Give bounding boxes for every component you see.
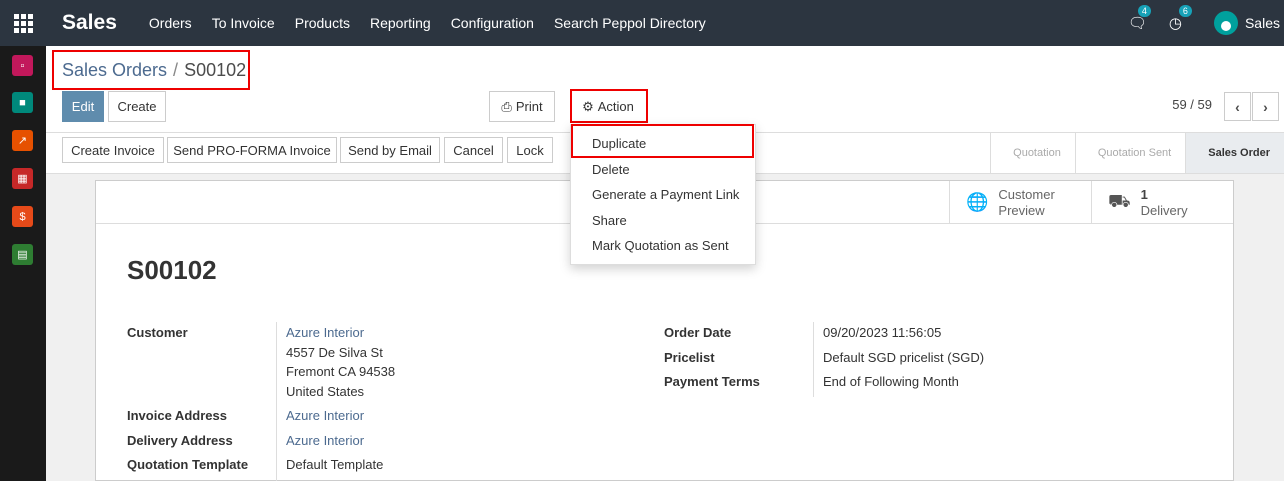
chevron-left-icon: ‹ bbox=[1235, 98, 1240, 115]
customer-preview-button[interactable]: 🌐 Customer Preview bbox=[949, 181, 1091, 224]
user-menu[interactable]: Sales bbox=[1213, 11, 1280, 35]
highlight-breadcrumb bbox=[52, 50, 250, 90]
menu-orders[interactable]: Orders bbox=[149, 15, 192, 31]
payment-terms-label: Payment Terms bbox=[664, 374, 760, 389]
dashboard-icon[interactable]: ↗ bbox=[12, 130, 33, 151]
status-stages: Quotation Quotation Sent Sales Order bbox=[990, 133, 1284, 173]
customer-preview-line2: Preview bbox=[998, 202, 1045, 218]
customer-address-line3: United States bbox=[286, 384, 365, 399]
lock-button[interactable]: Lock bbox=[507, 137, 553, 163]
highlight-duplicate bbox=[571, 124, 754, 158]
pager-previous-button[interactable]: ‹ bbox=[1224, 92, 1251, 121]
activities-button[interactable]: ◷ 6 bbox=[1168, 5, 1192, 32]
delivery-button[interactable]: ⛟ 1 Delivery bbox=[1091, 181, 1233, 224]
pager-next-button[interactable]: › bbox=[1252, 92, 1279, 121]
order-date-field[interactable]: 09/20/2023 11:56:05 bbox=[823, 325, 941, 340]
messages-button[interactable]: 🗨 4 bbox=[1127, 5, 1151, 32]
delivery-address-label: Delivery Address bbox=[127, 433, 233, 448]
delivery-address-field[interactable]: Azure Interior bbox=[286, 433, 364, 448]
top-navbar: Sales Orders To Invoice Products Reporti… bbox=[0, 0, 1284, 46]
menu-products[interactable]: Products bbox=[295, 15, 350, 31]
pricelist-field[interactable]: Default SGD pricelist (SGD) bbox=[823, 350, 984, 365]
invoicing-icon[interactable]: $ bbox=[12, 206, 33, 227]
print-label: Print bbox=[515, 99, 543, 114]
customer-address-line2: Fremont CA 94538 bbox=[286, 364, 396, 379]
customer-address-line1: 4557 De Silva St bbox=[286, 345, 383, 360]
stage-sales-order[interactable]: Sales Order bbox=[1185, 133, 1284, 173]
right-field-divider bbox=[813, 322, 814, 397]
printer-icon: ⎙ bbox=[501, 98, 512, 114]
inventory-icon[interactable]: ▦ bbox=[12, 168, 33, 189]
discuss-icon[interactable]: ▫ bbox=[12, 55, 33, 76]
payment-terms-field[interactable]: End of Following Month bbox=[823, 374, 959, 389]
print-button[interactable]: ⎙ Print bbox=[489, 91, 555, 122]
create-button[interactable]: Create bbox=[108, 91, 166, 122]
quotation-template-field[interactable]: Default Template bbox=[286, 457, 383, 472]
stage-quotation-sent[interactable]: Quotation Sent bbox=[1074, 133, 1185, 173]
invoice-address-label: Invoice Address bbox=[127, 408, 227, 423]
create-invoice-button[interactable]: Create Invoice bbox=[62, 137, 164, 163]
invoice-address-field[interactable]: Azure Interior bbox=[286, 408, 364, 423]
pricelist-label: Pricelist bbox=[664, 350, 715, 365]
menu-item-generate-payment-link[interactable]: Generate a Payment Link bbox=[592, 187, 739, 202]
chat-icon: 🗨 bbox=[1127, 15, 1147, 32]
menu-item-mark-quotation-sent[interactable]: Mark Quotation as Sent bbox=[592, 238, 729, 253]
order-title: S00102 bbox=[127, 255, 217, 285]
truck-icon: ⛟ bbox=[1108, 190, 1131, 211]
apps-menu-button[interactable] bbox=[0, 0, 46, 46]
customer-preview-line1: Customer bbox=[998, 186, 1055, 202]
delivery-label: Delivery bbox=[1140, 202, 1188, 218]
pager-value[interactable]: 59 / 59 bbox=[1172, 97, 1212, 112]
menu-search-peppol[interactable]: Search Peppol Directory bbox=[554, 15, 706, 31]
main-menu: Orders To Invoice Products Reporting Con… bbox=[149, 15, 726, 31]
stage-quotation[interactable]: Quotation bbox=[990, 133, 1075, 173]
menu-configuration[interactable]: Configuration bbox=[451, 15, 534, 31]
quotation-template-label: Quotation Template bbox=[127, 457, 249, 472]
globe-icon: 🌐 bbox=[966, 192, 989, 212]
menu-reporting[interactable]: Reporting bbox=[370, 15, 431, 31]
send-proforma-button[interactable]: Send PRO-FORMA Invoice bbox=[167, 137, 337, 163]
edit-button[interactable]: Edit bbox=[62, 91, 104, 122]
contacts-icon[interactable]: ■ bbox=[12, 92, 33, 113]
menu-item-share[interactable]: Share bbox=[592, 213, 627, 228]
chevron-right-icon: › bbox=[1263, 98, 1268, 115]
cancel-button[interactable]: Cancel bbox=[444, 137, 503, 163]
left-field-divider bbox=[276, 322, 277, 481]
menu-to-invoice[interactable]: To Invoice bbox=[212, 15, 275, 31]
documents-icon[interactable]: ▤ bbox=[12, 244, 33, 265]
activities-badge: 6 bbox=[1178, 5, 1192, 17]
clock-icon: ◷ bbox=[1168, 15, 1182, 32]
customer-label: Customer bbox=[127, 325, 188, 340]
avatar bbox=[1213, 11, 1238, 35]
customer-field[interactable]: Azure Interior bbox=[286, 325, 364, 340]
app-sidebar: ▫ ■ ↗ ▦ $ ▤ bbox=[0, 46, 46, 481]
systray: 🗨 4 ◷ 6 Sales bbox=[1128, 0, 1284, 46]
messages-badge: 4 bbox=[1137, 5, 1151, 17]
delivery-count: 1 bbox=[1140, 186, 1148, 202]
apps-grid-icon bbox=[13, 13, 33, 33]
user-name: Sales bbox=[1244, 15, 1280, 31]
menu-item-delete[interactable]: Delete bbox=[592, 162, 630, 177]
order-date-label: Order Date bbox=[664, 325, 732, 340]
app-brand[interactable]: Sales bbox=[62, 11, 117, 35]
send-by-email-button[interactable]: Send by Email bbox=[340, 137, 440, 163]
highlight-action bbox=[570, 89, 648, 123]
